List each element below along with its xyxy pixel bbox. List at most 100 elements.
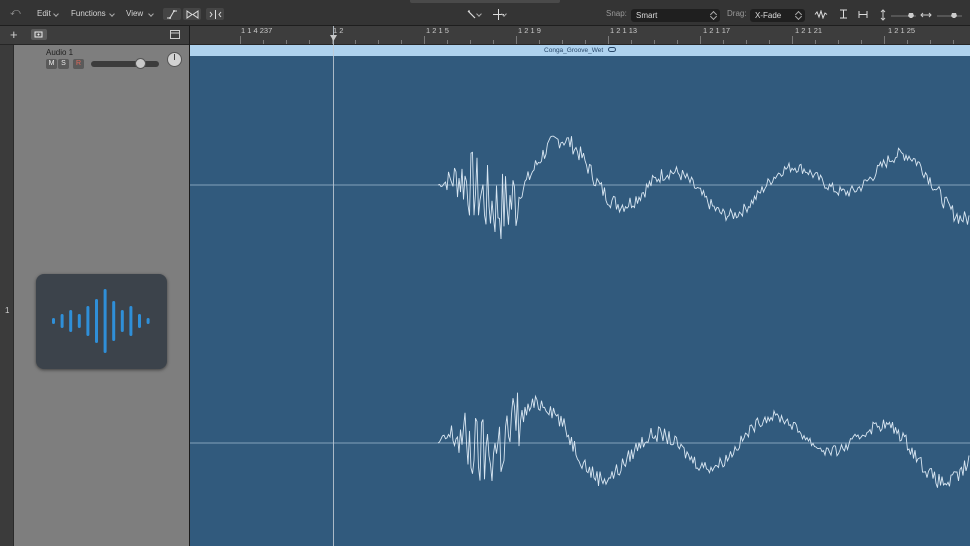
ruler-tick <box>930 40 931 44</box>
audio-region-header[interactable]: Conga_Groove_Wet <box>190 45 970 56</box>
icon-bar <box>112 301 116 341</box>
add-track-icon[interactable]: + <box>10 27 18 43</box>
ruler-tick <box>654 40 655 44</box>
ruler-label: 1 2 1 21 <box>795 26 823 35</box>
ruler-tick <box>585 40 586 44</box>
chevron-down-icon <box>53 11 59 17</box>
view-menu[interactable]: View <box>126 8 143 19</box>
icon-bar <box>129 306 133 336</box>
global-tracks-button[interactable] <box>169 29 181 40</box>
flex-icon <box>186 9 198 19</box>
snap-label: Snap: <box>606 9 627 18</box>
horizontal-fit-button[interactable] <box>854 8 872 20</box>
icon-bar <box>95 299 98 343</box>
horizontal-zoom-icon <box>920 12 932 18</box>
drag-value: X-Fade <box>755 11 782 20</box>
control-bar: ⤺ Edit Functions View Snap: Smart Drag: … <box>0 0 970 26</box>
ruler-tick <box>378 40 379 44</box>
ruler-tick <box>815 40 816 44</box>
horizontal-zoom-knob <box>951 13 957 18</box>
global-tracks-icon <box>170 30 180 39</box>
ruler-tick <box>401 40 402 44</box>
window-title-strip <box>410 0 560 3</box>
snap-value: Smart <box>636 11 658 20</box>
ruler-label: 1 2 <box>333 26 344 35</box>
stepper-arrows-icon <box>711 11 716 20</box>
mute-button[interactable]: M <box>46 59 57 69</box>
record-enable-button[interactable]: R <box>73 59 84 69</box>
automation-curve-icon <box>167 9 177 19</box>
drag-label: Drag: <box>727 9 747 18</box>
ruler-tick <box>355 40 356 44</box>
ruler-tick <box>746 40 747 44</box>
ruler-tick <box>470 40 471 44</box>
pan-knob[interactable] <box>167 52 182 67</box>
ruler-tick <box>447 40 448 44</box>
ruler-tick <box>792 36 793 44</box>
ruler-tick <box>424 36 425 44</box>
volume-fader[interactable] <box>91 61 159 67</box>
snap-select[interactable]: Smart <box>631 9 720 22</box>
duplicate-track-icon <box>34 31 43 38</box>
region-name: Conga_Groove_Wet <box>544 47 604 54</box>
ruler-label: 1 2 1 13 <box>610 26 638 35</box>
track-number: 1 <box>5 306 10 315</box>
ruler-label: 1 1 4 237 <box>241 26 273 35</box>
stepper-arrows-icon <box>796 11 801 20</box>
waveform-zoom-icon <box>814 9 828 19</box>
loop-icon <box>607 47 616 52</box>
waveform-channel <box>437 392 970 488</box>
solo-button[interactable]: S <box>58 59 69 69</box>
ruler-label: 1 2 1 9 <box>518 26 541 35</box>
edit-menu[interactable]: Edit <box>37 8 51 19</box>
track-list-header: + <box>0 26 189 45</box>
vertical-fit-icon <box>839 9 847 19</box>
catch-playhead-button[interactable] <box>206 8 224 20</box>
duplicate-track-button[interactable] <box>31 29 47 40</box>
audio-waveform <box>190 135 970 488</box>
vertical-zoom-icon <box>880 9 886 21</box>
icon-bar <box>77 314 81 328</box>
ruler-tick <box>539 40 540 44</box>
track-name[interactable]: Audio 1 <box>46 48 73 57</box>
icon-bar <box>146 318 150 324</box>
ruler-tick <box>700 36 701 44</box>
ruler-tick <box>677 40 678 44</box>
ruler-tick <box>769 40 770 44</box>
catch-playhead-icon <box>209 9 221 19</box>
ruler-tick <box>907 40 908 44</box>
ruler-tick <box>493 40 494 44</box>
flex-button[interactable] <box>183 8 201 20</box>
functions-menu[interactable]: Functions <box>71 8 106 19</box>
undo-arrow-icon[interactable]: ⤺ <box>10 7 21 18</box>
icon-bar <box>138 314 141 328</box>
ruler-label: 1 2 1 17 <box>703 26 731 35</box>
playhead[interactable] <box>333 26 334 546</box>
waveform-channel <box>437 135 970 240</box>
ruler-tick <box>309 40 310 44</box>
zoom-sliders[interactable] <box>879 9 965 21</box>
ruler-label: 1 2 1 5 <box>426 26 449 35</box>
ruler-tick <box>838 40 839 44</box>
ruler-tick <box>953 40 954 44</box>
chevron-down-icon <box>109 11 115 17</box>
ruler-tick <box>723 40 724 44</box>
waveform-zoom-button[interactable] <box>810 8 832 20</box>
drag-select[interactable]: X-Fade <box>750 9 805 22</box>
timeline-ruler[interactable]: 1 1 4 237 1 2 1 2 1 5 1 2 1 9 1 2 1 13 1… <box>190 26 970 45</box>
ruler-tick <box>861 40 862 44</box>
ruler-tick <box>263 40 264 44</box>
horizontal-fit-icon <box>858 10 868 18</box>
icon-bar <box>103 289 107 353</box>
ruler-tick <box>608 36 609 44</box>
vertical-fit-button[interactable] <box>834 8 852 20</box>
ruler-label: 1 2 1 25 <box>888 26 916 35</box>
ruler-tick <box>286 40 287 44</box>
icon-bar <box>60 314 64 328</box>
track-number-column: 1 <box>0 45 14 546</box>
ruler-tick <box>631 40 632 44</box>
icon-bar <box>86 306 90 336</box>
ruler-tick <box>240 36 241 44</box>
automation-curve-button[interactable] <box>163 8 181 20</box>
icon-bar <box>69 310 73 332</box>
